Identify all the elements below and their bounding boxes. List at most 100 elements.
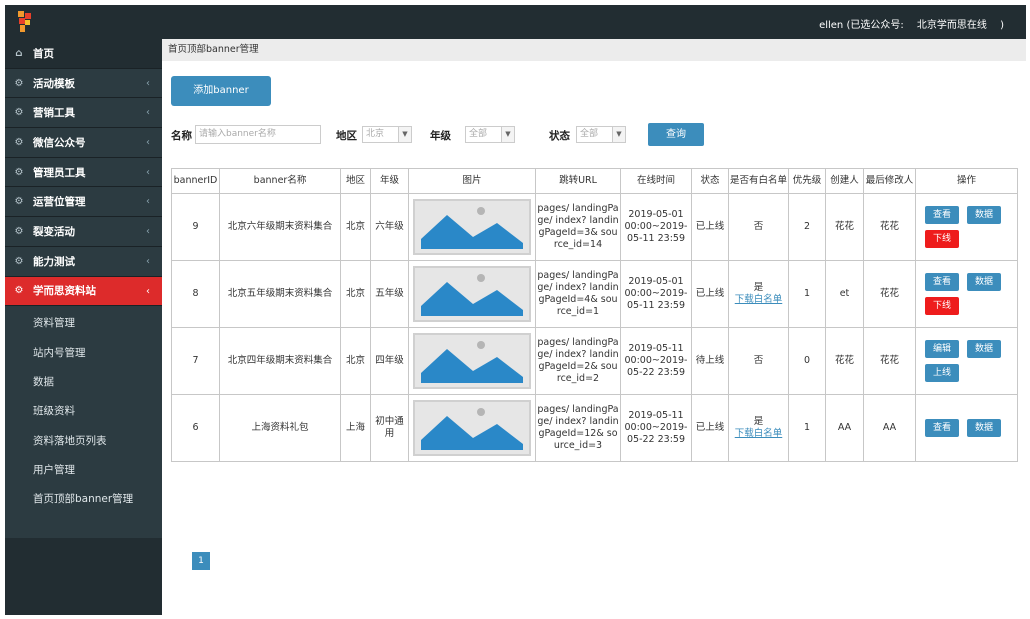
chevron-left-icon: ‹	[146, 196, 150, 208]
row-action-button[interactable]: 编辑	[925, 340, 959, 358]
table-row: 6 上海资料礼包 上海 初中通用 pages/ landingPage/ index? …	[171, 394, 1018, 462]
row-action-button[interactable]: 上线	[925, 364, 959, 382]
row-action-button[interactable]: 数据	[967, 206, 1001, 224]
column-header: 跳转URL	[535, 168, 621, 194]
row-action-button[interactable]: 下线	[925, 297, 959, 315]
sidebar-item-operation-slots[interactable]: ⚙ 运营位管理 ‹	[5, 187, 162, 218]
last-modifier-cell: 花花	[863, 193, 916, 261]
column-header: 是否有白名单	[728, 168, 789, 194]
pagination-page-button[interactable]: 1	[192, 552, 210, 570]
table-header-row: bannerID banner名称 地区 年级 图片 跳转URL 在线时间 状态 是否有白名单优…	[171, 168, 1018, 194]
banner-image[interactable]	[413, 199, 531, 255]
row-action-button[interactable]: 数据	[967, 419, 1001, 437]
last-modifier-cell: AA	[863, 394, 916, 462]
sidebar-item-label: 首页	[33, 47, 54, 60]
grade-select-value: 全部	[469, 129, 488, 139]
banner-id-cell: 9	[171, 193, 220, 261]
whitelist-cell: 否	[728, 327, 789, 395]
brand-logo-icon[interactable]	[15, 11, 35, 33]
whitelist-value: 是	[753, 416, 764, 427]
home-icon: ⌂	[15, 47, 23, 59]
add-banner-button[interactable]: 添加banner	[171, 76, 271, 106]
query-button[interactable]: 查询	[648, 123, 704, 146]
submenu-item[interactable]: 数据	[5, 367, 162, 396]
actions-cell: 查看 数据	[915, 394, 1018, 462]
gears-icon: ⚙	[14, 136, 24, 148]
gears-icon: ⚙	[14, 225, 24, 237]
banner-id-cell: 8	[171, 260, 220, 328]
column-header: 操作	[915, 168, 1018, 194]
sidebar-item-wechat-accounts[interactable]: ⚙ 微信公众号 ‹	[5, 128, 162, 158]
gears-icon: ⚙	[14, 166, 24, 178]
sidebar-item-label: 能力测试	[33, 255, 75, 268]
submenu-item[interactable]: 用户管理	[5, 455, 162, 484]
sidebar-item-activity-template[interactable]: ⚙ 活动模板 ‹	[5, 68, 162, 99]
grade-select[interactable]: 全部 ▼	[465, 126, 515, 143]
whitelist-cell: 否	[728, 193, 789, 261]
sidebar-item-xes-resource-station[interactable]: ⚙ 学而思资料站 ‹	[5, 276, 162, 307]
row-action-button[interactable]: 数据	[967, 273, 1001, 291]
banner-image[interactable]	[413, 266, 531, 322]
actions-cell: 查看 数据 下线	[915, 260, 1018, 328]
name-search-input[interactable]: 请输入banner名称	[195, 125, 321, 144]
chevron-left-icon: ‹	[146, 77, 150, 89]
row-action-button[interactable]: 数据	[967, 340, 1001, 358]
chevron-left-icon: ‹	[146, 226, 150, 238]
chevron-left-icon: ‹	[146, 285, 150, 297]
row-action-button[interactable]: 下线	[925, 230, 959, 248]
row-action-button[interactable]: 查看	[925, 273, 959, 291]
region-select[interactable]: 北京 ▼	[362, 126, 412, 143]
row-action-button[interactable]: 查看	[925, 206, 959, 224]
grade-cell: 初中通用	[370, 394, 409, 462]
table-row: 8 北京五年级期末资料集合 北京 五年级 pages/ landingPage/ ind…	[171, 260, 1018, 328]
banner-name-cell: 北京五年级期末资料集合	[219, 260, 341, 328]
row-actions: 查看 数据 下线	[917, 273, 1016, 315]
banner-id-cell: 7	[171, 327, 220, 395]
sidebar-item-ability-test[interactable]: ⚙ 能力测试 ‹	[5, 246, 162, 277]
banner-table: bannerID banner名称 地区 年级 图片 跳转URL 在线时间 状态 是否有白名单优…	[171, 168, 1018, 462]
chevron-left-icon: ‹	[146, 255, 150, 267]
jump-url-cell: pages/ landingPage/ index? landingPageId…	[535, 394, 621, 462]
column-header: 在线时间	[620, 168, 692, 194]
status-cell: 待上线	[691, 327, 729, 395]
submenu-item[interactable]: 班级资料	[5, 396, 162, 425]
sidebar-item-marketing-tools[interactable]: ⚙ 营销工具 ‹	[5, 98, 162, 129]
chevron-down-icon: ▼	[501, 127, 514, 142]
user-account-info[interactable]: ellen (已选公众号: 北京学而思在线 )	[819, 16, 1008, 31]
sidebar-item-label: 微信公众号	[33, 136, 86, 149]
chevron-down-icon: ▼	[612, 127, 625, 142]
last-modifier-cell: 花花	[863, 260, 916, 328]
column-header: 最后修改人	[863, 168, 916, 194]
banner-image[interactable]	[413, 400, 531, 456]
column-header: bannerID	[171, 168, 220, 194]
column-header: 创建人	[825, 168, 864, 194]
sidebar-item-fission-activity[interactable]: ⚙ 裂变活动 ‹	[5, 217, 162, 247]
banner-name-cell: 上海资料礼包	[219, 394, 341, 462]
row-action-button[interactable]: 查看	[925, 419, 959, 437]
jump-url-cell: pages/ landingPage/ index? landingPageId…	[535, 193, 621, 261]
image-cell	[408, 327, 536, 395]
submenu-item[interactable]: 首页顶部banner管理	[5, 484, 162, 513]
sidebar-item-label: 营销工具	[33, 107, 75, 120]
banner-id-cell: 6	[171, 394, 220, 462]
row-actions: 查看 数据	[917, 419, 1016, 437]
banner-image[interactable]	[413, 333, 531, 389]
column-header: 图片	[408, 168, 536, 194]
status-select[interactable]: 全部 ▼	[576, 126, 626, 143]
last-modifier-cell: 花花	[863, 327, 916, 395]
sidebar-item-label: 学而思资料站	[33, 285, 96, 298]
submenu-item[interactable]: 资料管理	[5, 308, 162, 337]
priority-cell: 2	[788, 193, 826, 261]
download-whitelist-link[interactable]: 下载白名单	[730, 428, 787, 440]
online-time-cell: 2019-05-01 00:00~2019-05-11 23:59	[620, 260, 692, 328]
actions-cell: 查看 数据 下线	[915, 193, 1018, 261]
submenu-item[interactable]: 资料落地页列表	[5, 425, 162, 454]
chevron-left-icon: ‹	[146, 166, 150, 178]
submenu-item[interactable]: 站内号管理	[5, 337, 162, 366]
download-whitelist-link[interactable]: 下载白名单	[730, 294, 787, 306]
sidebar-item-home[interactable]: ⌂ 首页	[5, 39, 162, 69]
column-header: 状态	[691, 168, 729, 194]
sidebar-item-admin-tools[interactable]: ⚙ 管理员工具 ‹	[5, 157, 162, 188]
image-cell	[408, 193, 536, 261]
region-cell: 北京	[340, 193, 371, 261]
